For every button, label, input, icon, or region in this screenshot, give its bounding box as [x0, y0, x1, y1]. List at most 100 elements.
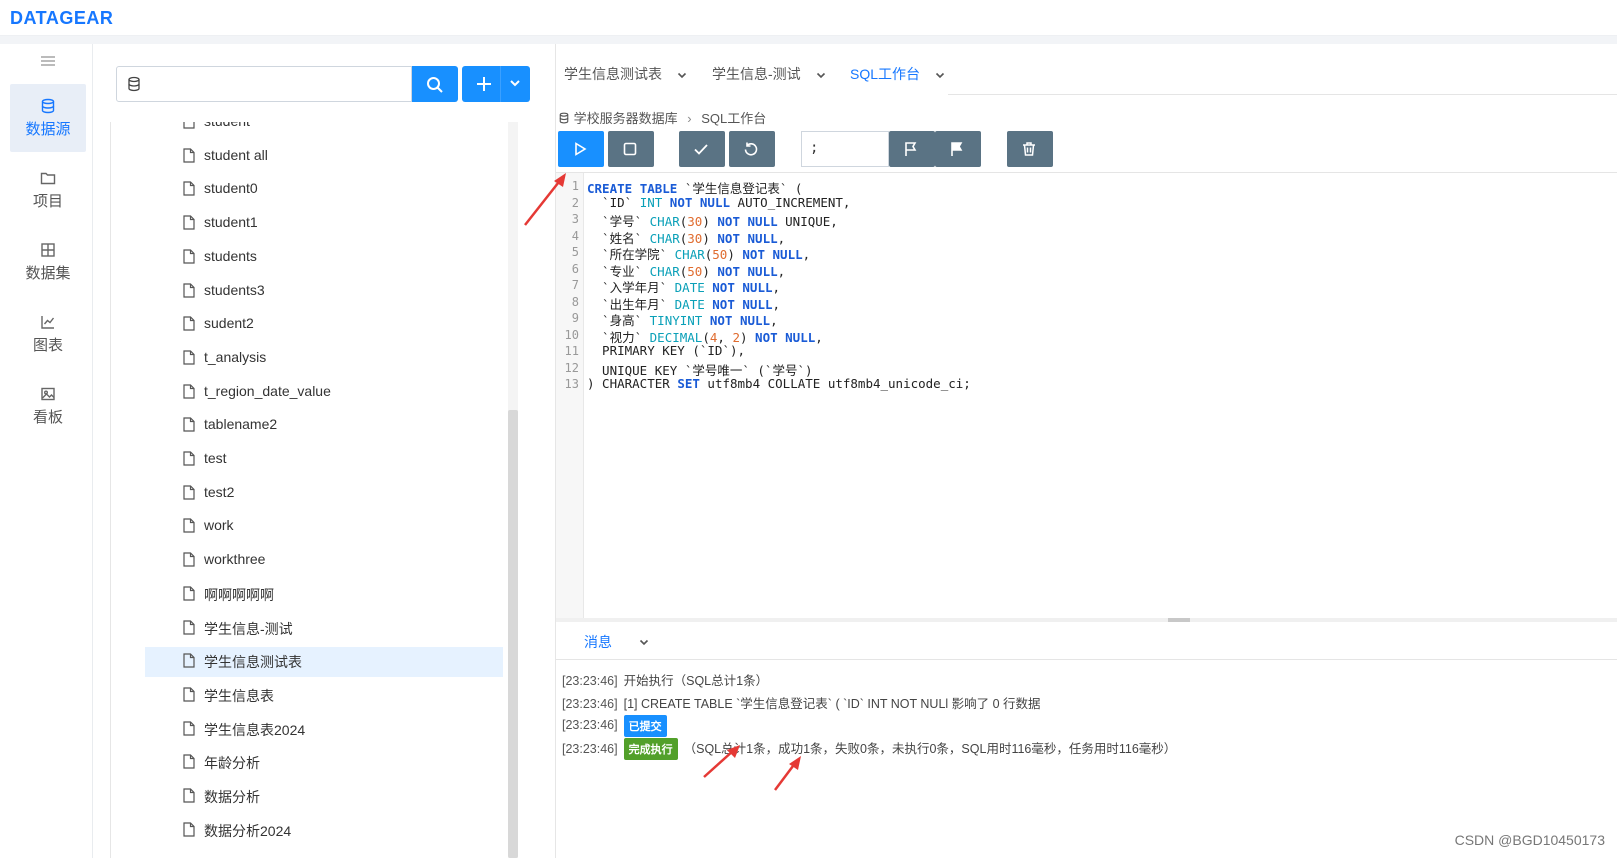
file-icon: [183, 586, 195, 601]
chevron-down-icon[interactable]: [638, 636, 650, 648]
tab-student-info-test-table[interactable]: 学生信息测试表: [564, 64, 688, 94]
table-name: sudent2: [204, 315, 254, 332]
nav-item-dashboard[interactable]: 看板: [10, 372, 86, 440]
table-list-item[interactable]: student1: [145, 209, 503, 239]
table-list-item[interactable]: students3: [145, 277, 503, 307]
table-list-item[interactable]: student all: [145, 142, 503, 172]
rollback-button[interactable]: [729, 131, 775, 167]
menu-toggle-icon[interactable]: [41, 56, 55, 66]
log-entry: [23:23:46] 已提交: [562, 715, 673, 737]
line-number-gutter: 1 2 3 4 5 6 7 8 9 10 11 12 13: [556, 173, 584, 619]
tree-scrollbar-thumb[interactable]: [508, 410, 518, 858]
table-list-item[interactable]: 啊啊啊啊啊: [145, 580, 503, 610]
table-name: 学生信息表2024: [204, 721, 306, 738]
undo-icon: [744, 142, 758, 156]
table-list-item[interactable]: test2: [145, 479, 503, 509]
file-icon: [183, 754, 195, 769]
commit-button[interactable]: [679, 131, 725, 167]
nav-item-label: 看板: [32, 409, 63, 426]
clear-button[interactable]: [1007, 131, 1053, 167]
table-list-item[interactable]: 年龄分析: [145, 748, 503, 778]
search-icon: [427, 77, 443, 93]
plus-icon: [477, 77, 491, 91]
tab-label: 学生信息测试表: [564, 66, 662, 82]
grid-icon: [41, 243, 55, 257]
table-name: t_analysis: [204, 348, 267, 365]
breadcrumb-database[interactable]: 学校服务器数据库: [574, 111, 678, 126]
flag-outline-button[interactable]: [889, 131, 935, 167]
chevron-down-icon[interactable]: [934, 69, 946, 81]
file-icon: [183, 148, 195, 163]
table-list-item[interactable]: work: [145, 512, 503, 542]
breadcrumb-page: SQL工作台: [701, 111, 767, 126]
file-icon: [183, 249, 195, 264]
file-icon: [183, 788, 195, 803]
log-text: （SQL总计1条，成功1条，失败0条，未执行0条，SQL用时116毫秒，任务用时…: [683, 741, 1177, 756]
table-list-panel: student student all student0 student1 studen…: [110, 60, 550, 858]
execute-button[interactable]: [558, 131, 604, 167]
table-name: 年龄分析: [204, 755, 260, 772]
sql-editor[interactable]: 1 2 3 4 5 6 7 8 9 10 11 12 13 CREATE TABLE `学生信息登记表`…: [556, 172, 1617, 619]
file-icon: [183, 653, 195, 668]
log-timestamp: [23:23:46]: [562, 696, 618, 711]
line-number: 7: [571, 278, 579, 292]
table-search-input[interactable]: [149, 73, 399, 95]
chevron-down-icon[interactable]: [508, 76, 522, 90]
chevron-down-icon[interactable]: [676, 69, 688, 81]
table-name: 学生信息表: [204, 687, 274, 704]
delimiter-input[interactable]: ;: [801, 131, 889, 167]
table-list-item[interactable]: t_analysis: [145, 344, 503, 374]
log-entry: [23:23:46] 完成执行 （SQL总计1条，成功1条，失败0条，未执行0条，S…: [562, 738, 1176, 761]
table-list-item[interactable]: 学生信息-测试: [145, 614, 503, 644]
tab-student-info-test[interactable]: 学生信息-测试: [712, 64, 827, 94]
editor-resize-handle[interactable]: [556, 618, 1617, 622]
flag-filled-icon: [951, 142, 963, 156]
file-icon: [183, 619, 195, 635]
table-list-item[interactable]: workthree: [145, 546, 503, 576]
table-list-item[interactable]: 数据分析2024: [145, 816, 503, 846]
tab-messages[interactable]: 消息: [584, 632, 612, 652]
table-list-item[interactable]: sudent2: [145, 310, 503, 340]
table-list-item[interactable]: 数据分析: [145, 782, 503, 812]
nav-item-dataset[interactable]: 数据集: [10, 228, 86, 296]
table-list-item[interactable]: student: [145, 122, 503, 138]
file-icon: [183, 552, 195, 567]
file-icon: [183, 687, 195, 702]
table-name: students: [204, 247, 257, 264]
check-icon: [694, 144, 708, 155]
file-icon: [183, 383, 195, 399]
table-list-item[interactable]: t_region_date_value: [145, 378, 503, 408]
table-name: 学生信息测试表: [204, 654, 302, 671]
add-button[interactable]: [462, 66, 530, 102]
chevron-down-icon[interactable]: [815, 69, 827, 81]
nav-item-project[interactable]: 项目: [10, 156, 86, 224]
nav-item-chart[interactable]: 图表: [10, 300, 86, 368]
tab-sql-workbench[interactable]: SQL工作台: [850, 64, 946, 94]
annotation-arrow: [524, 173, 566, 226]
table-list-item[interactable]: 学生信息测试表: [145, 647, 503, 678]
table-list-item[interactable]: tablename2: [145, 411, 503, 441]
nav-item-datasource[interactable]: 数据源: [10, 84, 86, 152]
table-list-item[interactable]: test: [145, 445, 503, 475]
file-icon: [183, 122, 195, 129]
table-list-item[interactable]: 学生信息表: [145, 681, 503, 711]
chevron-right-icon: ›: [687, 111, 692, 126]
file-icon: [183, 181, 195, 196]
line-number: 11: [564, 344, 579, 358]
line-number: 4: [571, 228, 579, 243]
search-button[interactable]: [412, 66, 458, 102]
table-list-item[interactable]: student0: [145, 175, 503, 205]
table-tree: student student all student0 student1 studen…: [110, 122, 530, 858]
table-name: t_region_date_value: [204, 382, 331, 399]
table-list-item[interactable]: students: [145, 243, 503, 273]
stop-button[interactable]: [608, 131, 654, 167]
file-icon: [183, 518, 195, 533]
log-timestamp: [23:23:46]: [562, 674, 618, 688]
table-name: workthree: [204, 551, 266, 568]
nav-item-label: 图表: [32, 337, 63, 354]
table-list-item[interactable]: 学生信息表2024: [145, 715, 503, 745]
flag-filled-button[interactable]: [935, 131, 981, 167]
log-timestamp: [23:23:46]: [562, 718, 618, 733]
app-logo[interactable]: DATAGEAR: [10, 8, 113, 29]
chart-icon: [41, 316, 55, 329]
